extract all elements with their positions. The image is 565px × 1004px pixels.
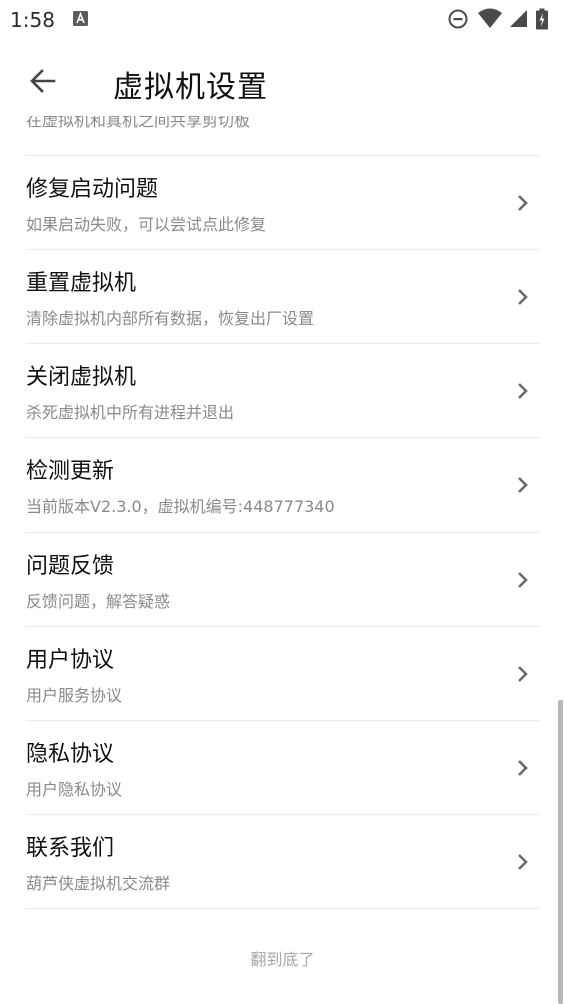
arrow-left-icon (30, 69, 56, 93)
settings-item-subtitle: 清除虚拟机内部所有数据，恢复出厂设置 (26, 309, 315, 328)
settings-item-subtitle: 用户隐私协议 (26, 780, 123, 799)
settings-item-subtitle: 用户服务协议 (26, 686, 123, 705)
a-notification-icon (73, 11, 88, 26)
status-icons (447, 8, 557, 30)
chevron-right-icon (518, 195, 528, 211)
settings-item-reset-vm[interactable]: 重置虚拟机 清除虚拟机内部所有数据，恢复出厂设置 (0, 250, 565, 343)
status-time: 1:58 (10, 8, 55, 32)
settings-item-user-agreement[interactable]: 用户协议 用户服务协议 (0, 627, 565, 720)
cell-signal-icon (510, 10, 527, 27)
divider (26, 908, 540, 909)
settings-item-title: 用户协议 (26, 648, 115, 673)
page-title: 虚拟机设置 (113, 70, 268, 105)
settings-item-subtitle: 反馈问题，解答疑惑 (26, 592, 171, 611)
settings-item-privacy-agreement[interactable]: 隐私协议 用户隐私协议 (0, 721, 565, 814)
settings-item-close-vm[interactable]: 关闭虚拟机 杀死虚拟机中所有进程并退出 (0, 344, 565, 437)
settings-item-subtitle: 当前版本V2.3.0，虚拟机编号:448777340 (26, 497, 335, 516)
settings-item-feedback[interactable]: 问题反馈 反馈问题，解答疑惑 (0, 533, 565, 626)
chevron-right-icon (518, 289, 528, 305)
wifi-icon (478, 8, 502, 28)
chevron-right-icon (518, 572, 528, 588)
settings-item-title: 修复启动问题 (26, 177, 159, 202)
settings-item-check-update[interactable]: 检测更新 当前版本V2.3.0，虚拟机编号:448777340 (0, 438, 565, 531)
battery-charging-icon (536, 8, 548, 30)
chevron-right-icon (518, 760, 528, 776)
settings-item-title: 问题反馈 (26, 554, 115, 579)
settings-item-title: 关闭虚拟机 (26, 365, 137, 390)
do-not-disturb-icon (448, 9, 468, 29)
settings-item-title: 隐私协议 (26, 742, 115, 767)
back-button[interactable] (20, 58, 66, 104)
chevron-right-icon (518, 477, 528, 493)
app-bar: 虚拟机设置 (0, 38, 565, 126)
end-of-list-label: 翻到底了 (250, 950, 315, 969)
settings-item-contact-us[interactable]: 联系我们 葫芦侠虚拟机交流群 (0, 815, 565, 908)
settings-item-title: 检测更新 (26, 459, 115, 484)
settings-item-subtitle: 葫芦侠虚拟机交流群 (26, 874, 171, 893)
settings-item-title: 联系我们 (26, 836, 115, 861)
settings-item-title: 重置虚拟机 (26, 271, 137, 296)
chevron-right-icon (518, 383, 528, 399)
settings-item-subtitle: 如果启动失败，可以尝试点此修复 (26, 215, 267, 234)
chevron-right-icon (518, 666, 528, 682)
settings-item-fix-startup[interactable]: 修复启动问题 如果启动失败，可以尝试点此修复 (0, 156, 565, 249)
settings-item-subtitle: 杀死虚拟机中所有进程并退出 (26, 403, 235, 422)
chevron-right-icon (518, 854, 528, 870)
settings-list: 在虚拟机和真机之间共享剪切板 修复启动问题 如果启动失败，可以尝试点此修复 重置… (0, 116, 565, 1004)
scrollbar[interactable] (558, 700, 563, 1004)
clipboard-sharing-subtitle: 在虚拟机和真机之间共享剪切板 (26, 116, 251, 130)
status-bar: 1:58 (0, 0, 565, 38)
